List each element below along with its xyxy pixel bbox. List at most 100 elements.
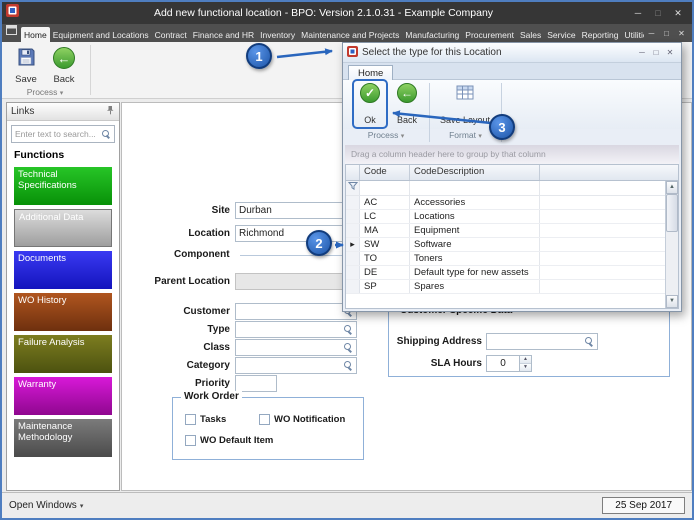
function-button-warranty[interactable]: Warranty [14,377,112,415]
tab-manufacturing[interactable]: Manufacturing [402,27,462,42]
type-select-dialog: Select the type for this Location ─ □ ✕ … [342,42,682,312]
grid-row-ma[interactable]: MA Equipment [346,224,665,238]
dialog-tab-home[interactable]: Home [348,65,394,80]
work-order-caption: Work Order [181,391,242,402]
child-restore-button[interactable]: □ [659,27,674,40]
dialog-group-process[interactable]: Process ▾ [343,130,429,143]
spin-up-icon[interactable]: ▲ [520,356,531,364]
filter-cell-desc[interactable] [410,181,540,195]
chevron-down-icon: ▾ [79,503,84,510]
close-button[interactable]: ✕ [668,4,688,22]
scroll-up-button[interactable]: ▲ [666,181,678,194]
grid-row-sw-focused[interactable]: ▸ SW Software [346,238,665,252]
function-button-maintenance-methodology[interactable]: Maintenance Methodology [14,419,112,457]
tab-sales[interactable]: Sales [517,27,544,42]
grid-row-to[interactable]: TO Toners [346,252,665,266]
lookup-icon [343,343,353,353]
auto-filter-row[interactable] [346,181,665,196]
ribbon-group-process[interactable]: Process ▾ [2,87,88,97]
window-title: Add new functional location - BPO: Versi… [153,7,494,19]
tab-equipment-and-locations[interactable]: Equipment and Locations [50,27,152,42]
component-section-label: Component [174,249,230,260]
open-windows-button[interactable]: Open Windows ▾ [9,500,83,511]
dialog-minimize-button[interactable]: ─ [635,45,649,61]
tab-finance-and-hr[interactable]: Finance and HR [190,27,257,42]
tab-reporting[interactable]: Reporting [579,27,622,42]
save-layout-icon [455,83,475,108]
minimize-button[interactable]: ─ [628,4,648,22]
maximize-button[interactable]: □ [648,4,668,22]
class-lookup[interactable] [235,339,357,356]
tab-procurement[interactable]: Procurement [462,27,517,42]
sla-hours-spinner[interactable]: 0 ▲ ▼ [486,355,532,372]
function-button-documents[interactable]: Documents [14,251,112,289]
column-header-codedescription[interactable]: CodeDescription [410,165,540,180]
child-close-button[interactable]: ✕ [674,27,689,40]
class-label: Class [203,342,230,353]
callout-2: 2 [306,230,332,256]
grid-scrollbar[interactable]: ▲ ▼ [665,181,678,308]
type-label: Type [207,324,230,335]
dialog-close-button[interactable]: ✕ [663,45,677,61]
sla-hours-label: SLA Hours [430,358,482,369]
component-separator-line [240,255,344,256]
function-button-additional-data[interactable]: Additional Data [14,209,112,247]
checkbox-icon [185,414,196,425]
type-lookup[interactable] [235,321,357,338]
links-panel-header: Links [7,103,119,121]
site-input[interactable] [235,202,345,219]
ribbon-group-separator [90,45,91,95]
shipping-address-lookup[interactable] [486,333,598,350]
tab-inventory[interactable]: Inventory [257,27,298,42]
grid-header-row: Code CodeDescription [346,165,678,181]
location-label: Location [188,228,230,239]
grid-row-lc[interactable]: LC Locations [346,210,665,224]
filter-cell-code[interactable] [360,181,410,195]
child-minimize-button[interactable]: ─ [644,27,659,40]
ok-button-highlight [352,79,388,129]
grid-row-sp[interactable]: SP Spares [346,280,665,294]
customer-lookup[interactable] [235,303,357,320]
grid-row-ac[interactable]: AC Accessories [346,196,665,210]
scroll-thumb[interactable] [666,194,678,232]
save-layout-button[interactable]: Save Layout [433,82,497,126]
column-header-code[interactable]: Code [360,165,410,180]
links-panel: Links Functions Technical Specifications… [6,102,120,491]
function-button-failure-analysis[interactable]: Failure Analysis [14,335,112,373]
tab-home[interactable]: Home [21,27,50,42]
search-icon [101,129,111,139]
save-button[interactable]: Save [8,45,44,87]
site-label: Site [211,205,230,216]
grid-row-de[interactable]: DE Default type for new assets [346,266,665,280]
function-button-wo-history[interactable]: WO History [14,293,112,331]
customer-label: Customer [183,306,230,317]
category-lookup[interactable] [235,357,357,374]
ribbon-tab-strip: Home Equipment and Locations Contract Fi… [2,24,692,42]
wo-notification-checkbox[interactable]: WO Notification [259,414,345,425]
pin-icon[interactable] [105,105,115,118]
priority-input[interactable] [235,375,277,392]
lookup-icon [584,337,594,347]
tab-service[interactable]: Service [544,27,578,42]
app-icon [6,4,19,22]
search-input[interactable] [15,129,101,139]
scroll-down-button[interactable]: ▼ [666,295,678,308]
group-by-panel[interactable]: Drag a column header here to group by th… [345,145,679,164]
wo-default-item-checkbox[interactable]: WO Default Item [185,435,273,446]
function-button-technical-specifications[interactable]: Technical Specifications [14,167,112,205]
tab-contract[interactable]: Contract [152,27,190,42]
checkbox-icon [259,414,270,425]
tab-maintenance-and-projects[interactable]: Maintenance and Projects [298,27,402,42]
dialog-back-button[interactable]: ← Back [391,82,423,126]
parent-location-label: Parent Location [154,276,230,287]
parent-location-field [235,273,347,290]
title-bar: Add new functional location - BPO: Versi… [2,2,692,24]
back-icon: ← [53,47,75,69]
back-button[interactable]: ← Back [46,45,82,87]
dialog-title: Select the type for this Location [362,47,502,58]
date-display[interactable]: 25 Sep 2017 [602,497,685,514]
dialog-maximize-button[interactable]: □ [649,45,663,61]
spin-down-icon[interactable]: ▼ [520,364,531,371]
save-icon [16,47,36,72]
tasks-checkbox[interactable]: Tasks [185,414,226,425]
